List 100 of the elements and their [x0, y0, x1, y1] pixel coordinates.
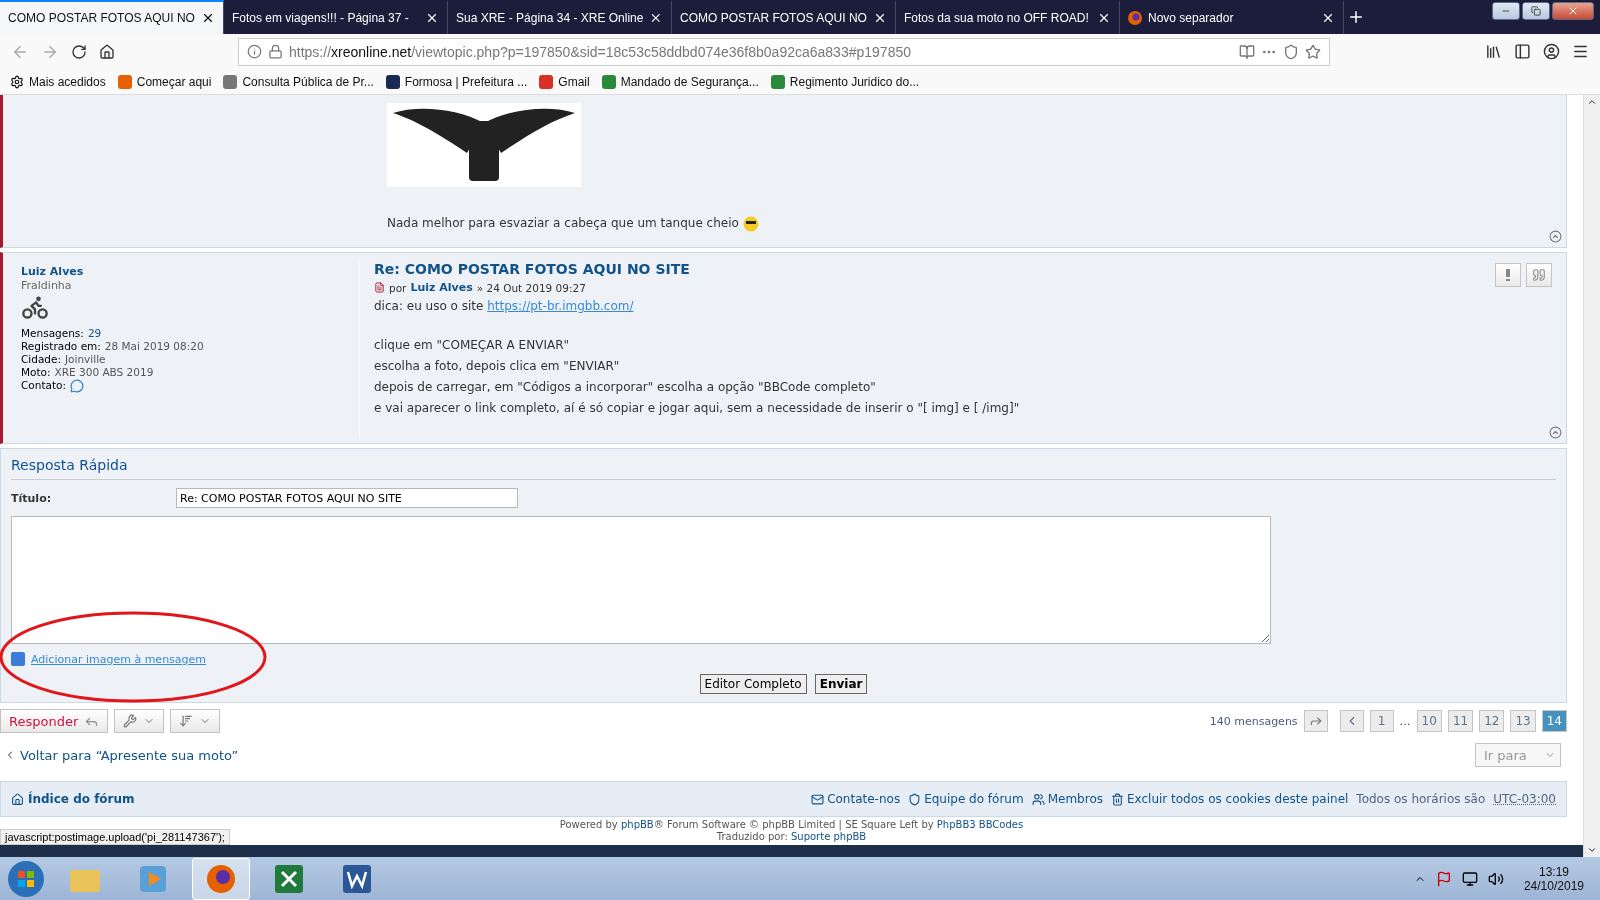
back-to-top-icon[interactable]: [1549, 230, 1562, 243]
library-icon: [1485, 43, 1502, 60]
field-label: Título:: [11, 491, 53, 505]
bookmark-link[interactable]: Gmail: [539, 74, 590, 89]
info-icon[interactable]: [247, 44, 262, 59]
bookmark-link[interactable]: Regimento Juridico do...: [770, 74, 920, 89]
start-button[interactable]: [6, 858, 46, 899]
full-editor-button[interactable]: Editor Completo: [699, 674, 807, 694]
page-button[interactable]: 10: [1416, 710, 1442, 732]
author-link[interactable]: Luiz Alves: [410, 281, 473, 294]
subject-input[interactable]: Re: COMO POSTAR FOTOS AQUI NO SITE: [176, 488, 518, 508]
profile-label: Registrado em:: [21, 340, 101, 352]
close-icon[interactable]: [873, 11, 887, 25]
flag-icon[interactable]: [1435, 870, 1452, 887]
bookmark-star-icon[interactable]: [1305, 43, 1321, 60]
envelope-icon: [811, 792, 825, 806]
status-tooltip: javascript:postimage.upload('pi_281147367');: [0, 829, 230, 845]
reader-view-icon[interactable]: [1239, 43, 1255, 60]
timezone-value: UTC-03:00: [1493, 792, 1556, 806]
account-icon: [1543, 43, 1560, 60]
author-link[interactable]: Luiz Alves: [21, 265, 351, 278]
profile-label: Cidade:: [21, 353, 61, 365]
back-link[interactable]: Voltar para “Apresente sua moto”: [4, 747, 239, 763]
home-icon: [11, 792, 24, 806]
report-button[interactable]: [1495, 263, 1521, 287]
profile-value: XRE 300 ABS 2019: [54, 366, 154, 378]
close-icon[interactable]: [649, 11, 663, 25]
profile-value: Joinville: [65, 353, 106, 365]
post-text: dica: eu uso o site https://pt-br.imgbb.com/: [374, 298, 635, 315]
bookmark-link[interactable]: Mais acedidos: [10, 74, 106, 89]
page-button[interactable]: 13: [1510, 710, 1536, 732]
post-text: escolha a foto, depois clica em "ENVIAR": [374, 358, 621, 375]
shield-icon: [908, 792, 922, 806]
reply-button[interactable]: Responder: [0, 709, 109, 733]
bookmark-link[interactable]: Consulta Pública de Pr...: [223, 74, 374, 89]
footer-link[interactable]: Excluir todos os cookies deste painel: [1111, 792, 1349, 806]
profile-label: Moto:: [21, 366, 51, 378]
chat-bubble-icon[interactable]: [70, 379, 85, 393]
profile-value[interactable]: 29: [87, 327, 102, 339]
address-bar[interactable]: https://xreonline.net/viewtopic.php?p=197850&sid=18c53c58ddbd074e36f8b0a92ca6a833#p197850: [238, 37, 1330, 66]
restore-icon: [1531, 6, 1541, 16]
network-icon[interactable]: [1461, 870, 1478, 887]
page-button[interactable]: 12: [1479, 710, 1505, 732]
bookmark-link[interactable]: Formosa | Prefeitura ...: [385, 74, 528, 89]
close-icon[interactable]: [201, 11, 215, 25]
home-icon: [99, 43, 115, 60]
credits-link[interactable]: PhpBB3 BBCodes: [936, 819, 1024, 830]
bookmark-link[interactable]: Começar aqui: [117, 74, 212, 89]
wrench-icon: [123, 714, 138, 728]
jump-page-button[interactable]: [1303, 710, 1328, 732]
post-text: Nada melhor para esvaziar a cabeça que um tanque cheio: [387, 215, 739, 232]
post-text: depois de carregar, em "Códigos a incorporar" escolha a opção "BBCode completo": [374, 379, 877, 396]
volume-icon[interactable]: [1487, 870, 1504, 887]
close-icon[interactable]: [425, 11, 439, 25]
credits-text: Powered by phpBB® Forum Software © phpBB Limited | SE Square Left by PhpBB3 BBCodes: [559, 819, 1024, 831]
scroll-down-icon: [1587, 845, 1597, 855]
close-icon[interactable]: [1097, 11, 1111, 25]
quote-button[interactable]: [1526, 263, 1552, 287]
bookmark-link[interactable]: Mandado de Segurança...: [601, 74, 759, 89]
plus-icon: [1347, 8, 1365, 26]
footer-link[interactable]: Membros: [1031, 792, 1103, 806]
page-button[interactable]: 11: [1447, 710, 1474, 732]
upload-icon: [11, 652, 25, 666]
sort-icon: [179, 714, 194, 728]
clock[interactable]: 13:19 24/10/2019: [1513, 864, 1594, 893]
people-icon: [1031, 792, 1045, 806]
post-meta-text: por: [389, 281, 407, 294]
browser-tab[interactable]: COMO POSTAR FOTOS AQUI NO: [0, 0, 224, 34]
minimize-button[interactable]: [1492, 2, 1520, 20]
footer-link[interactable]: Contate-nos: [811, 792, 901, 806]
page-button[interactable]: 1: [1369, 710, 1394, 732]
scrollbar[interactable]: [1583, 95, 1600, 857]
menu-icon: [1572, 43, 1589, 60]
sunglasses-smiley-icon: [742, 215, 759, 232]
browser-logo-icon: [1128, 11, 1142, 25]
previous-page-button[interactable]: [1339, 710, 1364, 732]
restore-button[interactable]: [1522, 2, 1550, 20]
credits-link[interactable]: phpBB: [620, 819, 654, 830]
browser-taskbar-icon[interactable]: [192, 857, 250, 900]
post-title[interactable]: Re: COMO POSTAR FOTOS AQUI NO SITE: [374, 261, 1556, 277]
post-count: 140 mensagens: [1209, 714, 1298, 728]
favicon-icon: [117, 74, 132, 89]
sidebar-icon: [1514, 43, 1531, 60]
sort-dropdown[interactable]: [170, 709, 221, 733]
reload-icon: [71, 43, 87, 60]
post-icon: [374, 282, 385, 293]
credits-link[interactable]: Suporte phpBB: [790, 831, 867, 842]
close-icon[interactable]: [1321, 11, 1335, 25]
forum-index-link[interactable]: Índice do fórum: [11, 792, 135, 806]
tools-dropdown[interactable]: [114, 709, 165, 733]
exclamation-icon: [1506, 269, 1510, 281]
post-text: clique em "COMEÇAR A ENVIAR": [374, 337, 570, 354]
trash-icon: [1111, 792, 1124, 806]
footer-link[interactable]: Equipe do fórum: [908, 792, 1024, 806]
favicon-icon: [770, 74, 785, 89]
back-to-top-icon[interactable]: [1549, 426, 1562, 439]
favicon-icon: [385, 74, 400, 89]
favicon-icon: [601, 74, 616, 89]
submit-button[interactable]: Enviar: [814, 674, 868, 694]
lock-icon: [268, 44, 283, 59]
